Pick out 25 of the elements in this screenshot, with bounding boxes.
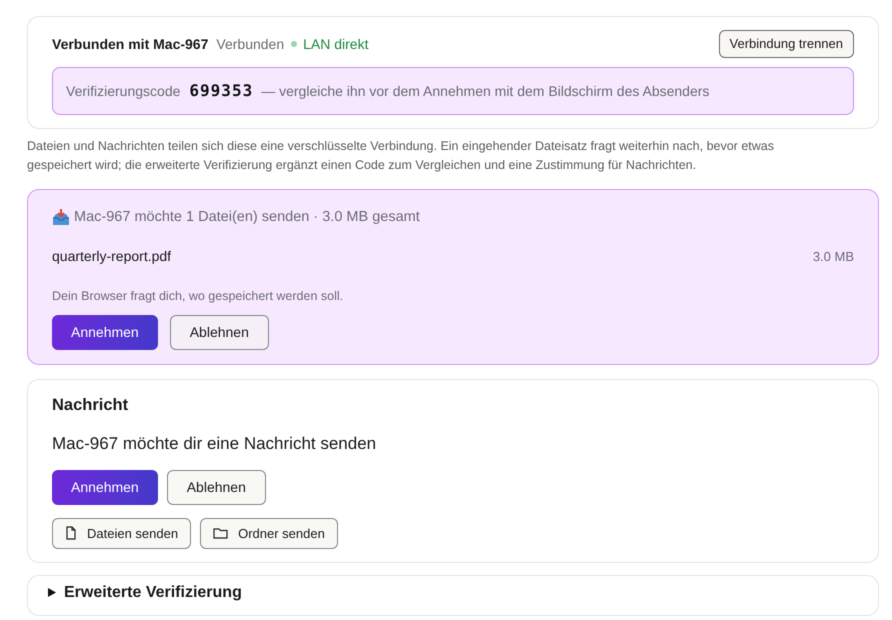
verification-code: 699353 [189,80,254,102]
verification-hint: — vergleiche ihn vor dem Annehmen mit dem Bildschirm des Absenders [261,82,710,101]
connection-route: LAN direkt [303,34,368,54]
verification-label: Verifizierungscode [66,82,180,101]
file-offer-title: Mac-967 möchte 1 Datei(en) senden · 3.0 MB gesamt [74,208,420,227]
reject-button[interactable]: Ablehnen [166,470,266,505]
info-text: Dateien und Nachrichten teilen sich diese eine verschlüsselte Verbindung. Ein eingehender Dateisatz fragt weiterhin nach, bevor etwas gespeichert wird; die erweiterte Verifizierung ergänzt einen Code zum Vergleichen und eine Zustimmung für Nachrichten. [27,138,775,174]
file-name: quarterly-report.pdf [52,246,172,266]
connection-status: Verbunden [216,34,284,54]
accept-button[interactable]: Annehmen [52,314,158,350]
file-icon [65,526,77,540]
accept-button[interactable]: Annehmen [52,470,158,505]
message-text: Mac-967 möchte dir eine Nachricht senden [52,433,378,456]
folder-icon [213,527,228,540]
disconnect-button[interactable]: Verbindung trennen [718,30,854,58]
send-folder-button[interactable]: Ordner senden [200,518,338,549]
connection-title: Verbunden mit Mac-967 [52,34,208,54]
send-files-button[interactable]: Dateien senden [52,518,192,549]
message-heading: Nachricht [52,394,130,416]
inbox-tray-icon [52,209,70,226]
advanced-toggle[interactable]: Erweiterte Verifizierung [48,580,242,605]
reject-button[interactable]: Ablehnen [170,314,269,350]
file-size: 3.0 MB [812,248,854,266]
save-note: Dein Browser fragt dich, wo gespeichert werden soll. [52,288,344,305]
disclosure-triangle-icon [48,588,56,598]
